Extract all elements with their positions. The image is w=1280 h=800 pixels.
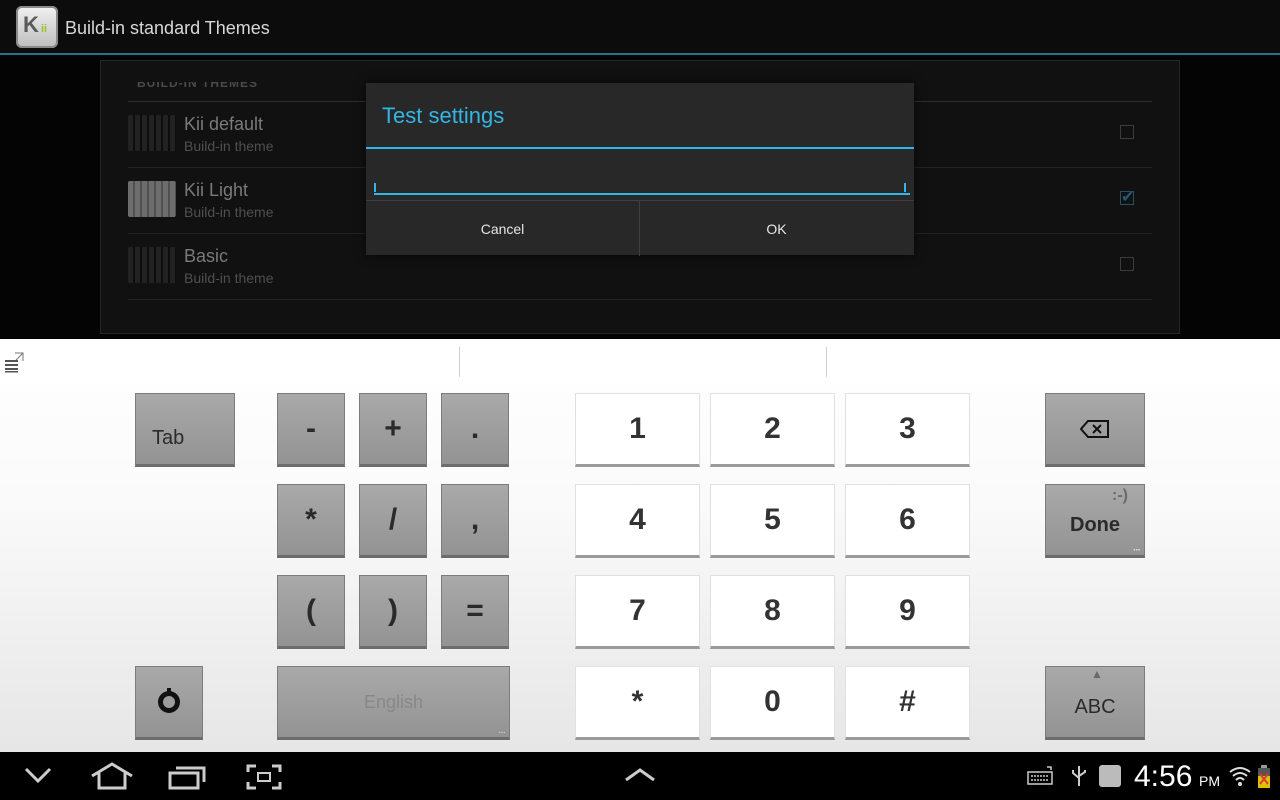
dialog-title: Test settings [382,103,505,128]
test-settings-dialog: Test settings Cancel OK [366,83,914,256]
theme-checkbox[interactable] [1120,257,1134,271]
theme-checkbox-checked[interactable] [1120,187,1134,207]
screenshot-icon[interactable] [246,764,282,790]
settings-icon [158,688,180,713]
key-6[interactable]: 6 [845,484,970,558]
home-icon[interactable] [90,762,134,790]
key-5[interactable]: 5 [710,484,835,558]
section-header: BUILD-IN THEMES [137,82,258,90]
input-edge-right [904,183,906,192]
clock-ampm: PM [1199,773,1220,789]
key-comma[interactable]: , [441,484,509,558]
expand-up-icon[interactable] [624,768,656,782]
app-icon-sub: ii [41,23,48,35]
key-asterisk[interactable]: * [277,484,345,558]
more-dots-icon: ··· [1133,545,1141,556]
kii-app-status-icon [1099,765,1121,787]
key-2[interactable]: 2 [710,393,835,467]
input-edge-left [374,183,376,192]
soft-keyboard: Tab - + . * / , ( ) = English ··· 1 2 3 … [0,339,1280,752]
ok-button[interactable]: OK [640,201,913,256]
usb-icon [1072,766,1086,786]
wifi-icon [1229,767,1251,786]
done-key-label: Done [1070,513,1120,536]
system-nav-bar: 4:56 PM [0,752,1280,800]
space-key-label: English [363,691,424,712]
key-3[interactable]: 3 [845,393,970,467]
page-title: Build-in standard Themes [65,18,270,38]
arrow-up-hint-icon: ▲ [1091,667,1103,681]
settings-key[interactable] [135,666,203,740]
suggestion-bar [0,339,1280,383]
abc-key-label: ABC [1074,695,1116,718]
key-hash[interactable]: # [845,666,970,740]
key-open-paren[interactable]: ( [277,575,345,649]
action-bar: K ii Build-in standard Themes [0,0,1280,55]
suggestion-divider [459,347,460,377]
test-input-field[interactable] [374,163,910,195]
app-icon[interactable]: K ii [16,6,58,48]
abc-key[interactable]: ▲ ABC [1045,666,1145,740]
tab-key[interactable]: Tab [135,393,235,467]
tab-key-label: Tab [152,427,185,449]
backspace-icon [1080,420,1109,438]
dialog-button-bar: Cancel OK [366,200,914,256]
keyboard-menu-icon[interactable] [4,351,24,373]
done-key[interactable]: :-) Done ··· [1045,484,1145,558]
list-item-title: Kii Light [184,180,249,200]
suggestion-divider [826,347,827,377]
key-0[interactable]: 0 [710,666,835,740]
key-period[interactable]: . [441,393,509,467]
list-item-title: Kii default [184,114,264,134]
theme-checkbox[interactable] [1120,125,1134,139]
cancel-button[interactable]: Cancel [366,201,640,256]
key-plus[interactable]: + [359,393,427,467]
key-4[interactable]: 4 [575,484,700,558]
list-item-subtitle: Build-in theme [184,138,274,154]
key-star[interactable]: * [575,666,700,740]
key-7[interactable]: 7 [575,575,700,649]
list-item-subtitle: Build-in theme [184,270,274,286]
dialog-title-divider [366,147,914,149]
key-minus[interactable]: - [277,393,345,467]
space-key[interactable]: English ··· [277,666,510,740]
dark-keyboard-thumbnail-icon [128,247,176,283]
key-9[interactable]: 9 [845,575,970,649]
key-equals[interactable]: = [441,575,509,649]
keyboard-status-icon [1027,766,1053,785]
list-item-subtitle: Build-in theme [184,204,274,220]
list-item-title: Basic [184,246,229,266]
key-1[interactable]: 1 [575,393,700,467]
key-8[interactable]: 8 [710,575,835,649]
recent-apps-icon[interactable] [168,764,206,790]
key-slash[interactable]: / [359,484,427,558]
backspace-key[interactable] [1045,393,1145,467]
hide-keyboard-icon[interactable] [24,766,52,784]
more-dots-icon: ··· [498,727,506,738]
done-key-hint: :-) [1112,487,1128,504]
key-close-paren[interactable]: ) [359,575,427,649]
clock-time: 4:56 [1134,760,1193,793]
battery-icon [1258,765,1270,788]
app-icon-letter: K [23,12,39,37]
light-keyboard-thumbnail-icon [128,181,176,217]
dark-keyboard-thumbnail-icon [128,115,176,151]
